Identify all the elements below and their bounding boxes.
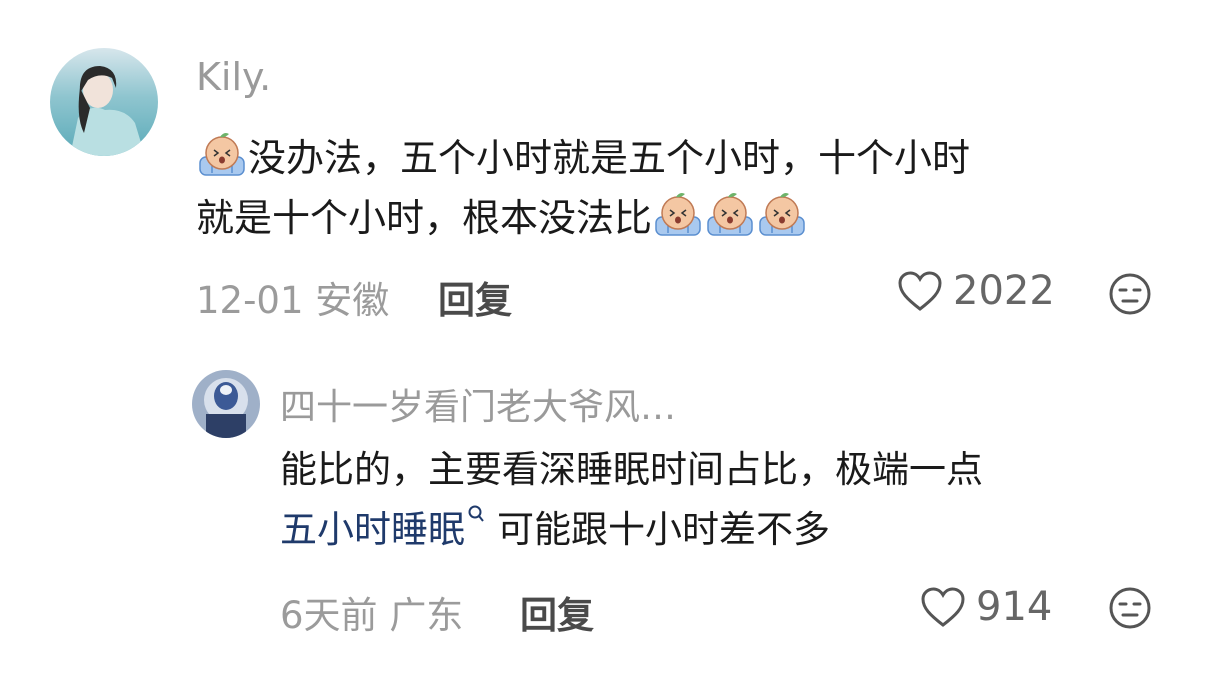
comment-text: 没办法，五个小时就是五个小时，十个小时 就是十个小时，根本没法比 <box>196 128 970 248</box>
like-button[interactable]: 2022 <box>897 268 1055 314</box>
heart-outline-icon <box>898 271 942 311</box>
reply-line-1: 能比的，主要看深睡眠时间占比，极端一点 <box>280 448 983 491</box>
crying-peach-emoji <box>655 193 701 236</box>
username[interactable]: 四十一岁看门老大爷风… <box>280 378 676 430</box>
reply-date: 6天前 <box>280 594 378 637</box>
comment-date: 12-01 <box>196 279 304 322</box>
reply-meta: 6天前 广东 <box>280 585 463 639</box>
avatar[interactable] <box>50 48 158 156</box>
comment-meta: 12-01 安徽 <box>196 270 389 324</box>
reply-text: 能比的，主要看深睡眠时间占比，极端一点 五小时睡眠 可能跟十小时差不多 <box>280 440 983 560</box>
reply-button[interactable]: 回复 <box>438 270 512 324</box>
username[interactable]: Kily. <box>196 55 271 99</box>
meh-face-icon <box>1109 587 1151 629</box>
crying-peach-emoji <box>759 193 805 236</box>
crying-peach-emoji <box>199 133 245 176</box>
like-count: 2022 <box>953 268 1055 314</box>
like-button[interactable]: 914 <box>920 584 1052 630</box>
search-link-icon <box>468 505 484 522</box>
comment-location: 安徽 <box>315 279 390 322</box>
dislike-button[interactable] <box>1108 586 1152 634</box>
meh-face-icon <box>1109 273 1151 315</box>
search-link[interactable]: 五小时睡眠 <box>280 508 465 551</box>
crying-peach-emoji <box>707 193 753 236</box>
reply-button[interactable]: 回复 <box>520 585 594 639</box>
avatar[interactable] <box>192 370 260 438</box>
comment-line-2: 就是十个小时，根本没法比 <box>196 196 653 240</box>
like-count: 914 <box>976 584 1053 630</box>
comment-line-1: 没办法，五个小时就是五个小时，十个小时 <box>248 136 971 180</box>
dislike-button[interactable] <box>1108 272 1152 320</box>
reply-line-2: 可能跟十小时差不多 <box>497 508 830 551</box>
reply-location: 广东 <box>389 594 464 637</box>
heart-outline-icon <box>921 587 965 627</box>
